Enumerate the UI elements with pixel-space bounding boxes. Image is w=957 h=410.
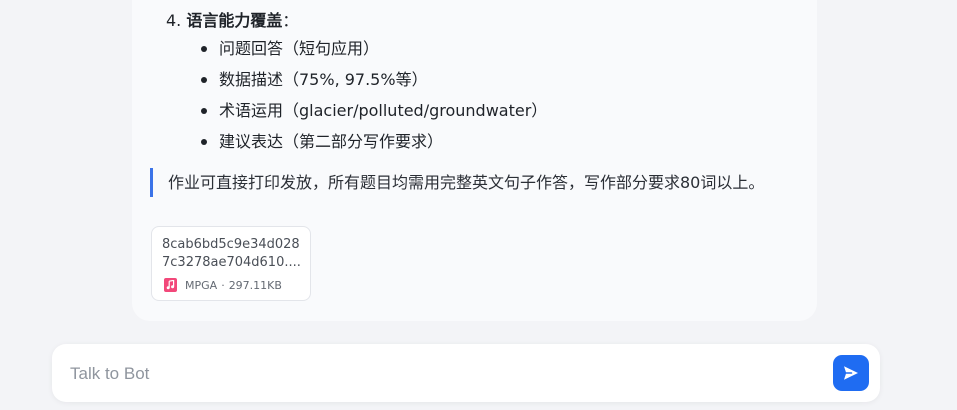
chat-composer — [52, 344, 880, 402]
list-item: 问题回答（短句应用） — [201, 33, 547, 64]
audio-file-icon — [164, 278, 177, 292]
attachment-meta: MPGA · 297.11KB — [164, 278, 282, 292]
send-button[interactable] — [833, 355, 869, 391]
attachment-card[interactable]: 8cab6bd5c9e34d028 7c3278ae704d610.... MP… — [151, 226, 311, 301]
attachment-name-line-2: 7c3278ae704d610.... — [162, 255, 301, 270]
section-number: 4. — [166, 11, 182, 30]
list-item: 术语运用（glacier/polluted/groundwater） — [201, 95, 547, 126]
list-item: 建议表达（第二部分写作要求） — [201, 126, 547, 157]
section-colon: ： — [282, 11, 299, 30]
list-item: 数据描述（75%, 97.5%等） — [201, 64, 547, 95]
attachment-size: 297.11KB — [228, 278, 282, 292]
attachment-name-line-1: 8cab6bd5c9e34d028 — [162, 237, 300, 252]
bullet-list: 问题回答（短句应用） 数据描述（75%, 97.5%等） 术语运用（glacie… — [201, 33, 547, 157]
blockquote: 作业可直接打印发放，所有题目均需用完整英文句子作答，写作部分要求80词以上。 — [150, 168, 788, 197]
attachment-separator: · — [221, 278, 225, 292]
attachment-type: MPGA — [185, 278, 218, 292]
send-icon — [844, 366, 858, 380]
section-title: 语言能力覆盖 — [186, 11, 283, 30]
message-input[interactable] — [68, 358, 812, 390]
section-heading: 4. 语言能力覆盖： — [166, 9, 298, 33]
